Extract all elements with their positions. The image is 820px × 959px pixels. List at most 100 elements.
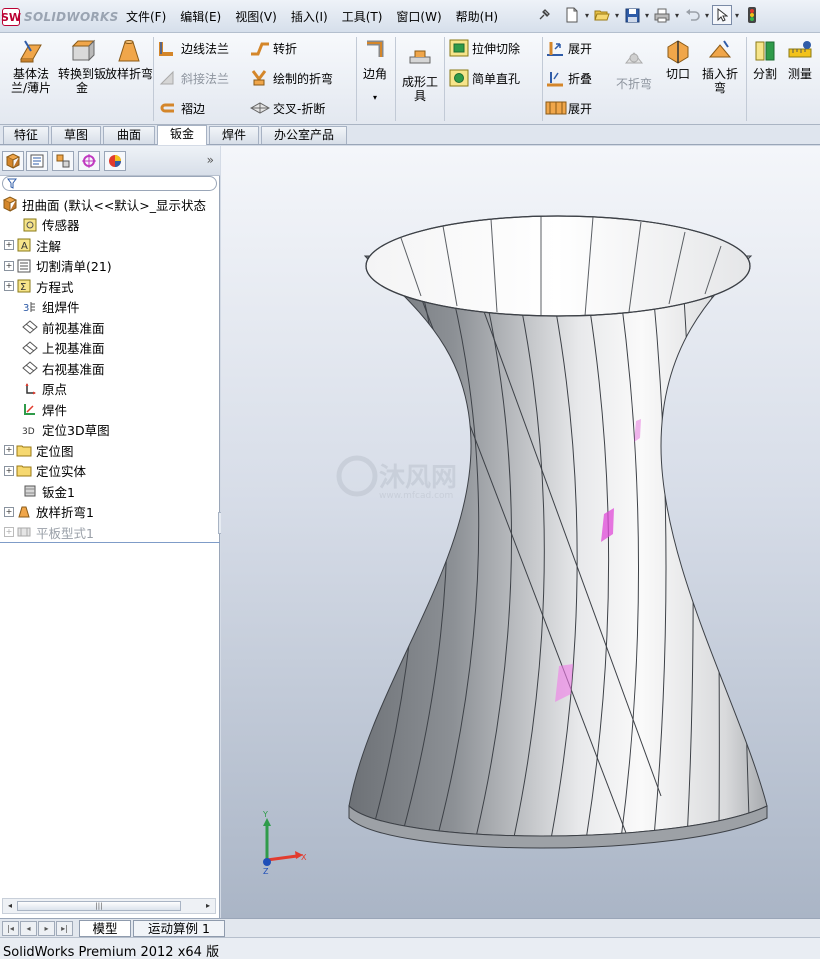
lofted-bend-button[interactable]: 放样折弯 xyxy=(104,37,154,81)
next-tab-arrow-icon[interactable]: ▸ xyxy=(38,921,55,936)
edge-flange-button[interactable]: 边线法兰 xyxy=(158,37,229,59)
tree-item-locate-drawing[interactable]: + 定位图 xyxy=(0,440,220,461)
unfold-button[interactable]: 展开 xyxy=(545,37,592,59)
scroll-right-arrow-icon[interactable]: ▸ xyxy=(202,900,214,912)
tab-model[interactable]: 模型 xyxy=(79,920,131,937)
print-dropdown-chevron-icon[interactable]: ▾ xyxy=(672,11,682,20)
insert-bends-button[interactable]: 插入折弯 xyxy=(697,37,743,95)
expand-plus-icon[interactable]: + xyxy=(4,527,14,538)
tree-item-sensors[interactable]: 传感器 xyxy=(0,215,220,236)
graphics-area[interactable]: 沐风网 www.mfcad.com Y X Z xyxy=(221,146,820,918)
tree-item-equations[interactable]: + Σ 方程式 xyxy=(0,276,220,297)
fold-button[interactable]: 折叠 xyxy=(545,67,592,89)
new-dropdown-chevron-icon[interactable]: ▾ xyxy=(582,11,592,20)
menu-tools[interactable]: 工具(T) xyxy=(342,8,383,25)
tab-surfaces[interactable]: 曲面 xyxy=(103,126,155,144)
base-flange-button[interactable]: 基体法兰/薄片 xyxy=(6,37,56,95)
miter-flange-button[interactable]: 斜接法兰 xyxy=(158,67,229,89)
featuremanager-tab-icon[interactable] xyxy=(2,151,24,171)
expand-plus-icon[interactable]: + xyxy=(4,465,14,476)
tree-item-origin[interactable]: 原点 xyxy=(0,379,220,400)
measure-button[interactable]: 测量 xyxy=(782,37,818,81)
triad-z-label: Z xyxy=(263,867,269,876)
last-tab-arrow-icon[interactable]: ▸| xyxy=(56,921,73,936)
expand-plus-icon[interactable]: + xyxy=(4,445,14,456)
cross-break-button[interactable]: 交叉-折断 xyxy=(249,97,325,119)
tree-root[interactable]: 扭曲面 (默认<<默认>_显示状态 xyxy=(0,194,220,215)
corner-icon xyxy=(361,37,389,65)
menu-help[interactable]: 帮助(H) xyxy=(456,8,498,25)
menu-file[interactable]: 文件(F) xyxy=(126,8,166,25)
tree-item-front-plane[interactable]: 前视基准面 xyxy=(0,317,220,338)
expand-plus-icon[interactable]: + xyxy=(4,260,14,271)
tab-weldments[interactable]: 焊件 xyxy=(209,126,259,144)
split-button[interactable]: 分割 xyxy=(748,37,782,81)
simple-hole-button[interactable]: 简单直孔 xyxy=(449,67,520,89)
select-cursor-icon[interactable] xyxy=(712,5,732,25)
expand-plus-icon[interactable]: + xyxy=(4,240,14,251)
forming-tool-button[interactable]: 成形工具 xyxy=(397,37,443,103)
propertymanager-tab-icon[interactable] xyxy=(26,151,48,171)
expand-panel-chevron-icon[interactable]: » xyxy=(207,153,214,167)
no-bends-button[interactable]: 不折弯 xyxy=(609,37,659,91)
scroll-thumb[interactable]: ||| xyxy=(17,901,181,911)
corners-button[interactable]: 边角 ▾ xyxy=(350,37,400,105)
save-dropdown-chevron-icon[interactable]: ▾ xyxy=(642,11,652,20)
dimxpert-tab-icon[interactable] xyxy=(78,151,100,171)
pin-menu-icon[interactable] xyxy=(534,5,554,25)
rebuild-traffic-light-icon[interactable] xyxy=(742,5,762,25)
undo-dropdown-chevron-icon[interactable]: ▾ xyxy=(702,11,712,20)
sketched-bend-button[interactable]: 绘制的折弯 xyxy=(250,67,333,89)
twisted-surface-model[interactable]: 沐风网 www.mfcad.com Y X Z xyxy=(221,146,820,918)
tab-sheet-metal[interactable]: 钣金 xyxy=(157,125,207,145)
jog-button[interactable]: 转折 xyxy=(250,37,297,59)
extruded-cut-button[interactable]: 拉伸切除 xyxy=(449,37,520,59)
tree-item-annotations[interactable]: + A 注解 xyxy=(0,235,220,256)
convert-to-sheetmetal-button[interactable]: 转换到钣金 xyxy=(57,37,107,95)
tree-item-cut-list[interactable]: + 切割清单(21) xyxy=(0,256,220,277)
tree-item-locate-solid[interactable]: + 定位实体 xyxy=(0,461,220,482)
configurationmanager-tab-icon[interactable] xyxy=(52,151,74,171)
corners-dropdown-chevron-icon[interactable]: ▾ xyxy=(350,91,400,105)
tab-office-products[interactable]: 办公室产品 xyxy=(261,126,347,144)
first-tab-arrow-icon[interactable]: |◂ xyxy=(2,921,19,936)
tree-item-top-plane[interactable]: 上视基准面 xyxy=(0,338,220,359)
menu-edit[interactable]: 编辑(E) xyxy=(180,8,221,25)
coordinate-triad[interactable]: Y X Z xyxy=(262,810,307,876)
save-icon[interactable] xyxy=(622,5,642,25)
menu-view[interactable]: 视图(V) xyxy=(235,8,277,25)
tree-item-lofted-bend-1[interactable]: + 放样折弯1 xyxy=(0,502,220,523)
tree-item-sheet-metal-1[interactable]: 钣金1 xyxy=(0,481,220,502)
feature-filter-input[interactable] xyxy=(2,176,217,191)
prev-tab-arrow-icon[interactable]: ◂ xyxy=(20,921,37,936)
menu-insert[interactable]: 插入(I) xyxy=(291,8,328,25)
tree-horizontal-scrollbar[interactable]: ◂ ||| ▸ xyxy=(2,898,216,914)
scroll-left-arrow-icon[interactable]: ◂ xyxy=(4,900,16,912)
open-dropdown-chevron-icon[interactable]: ▾ xyxy=(612,11,622,20)
print-icon[interactable] xyxy=(652,5,672,25)
triad-y-label: Y xyxy=(262,810,268,819)
menu-window[interactable]: 窗口(W) xyxy=(396,8,441,25)
tree-item-label: 定位实体 xyxy=(36,464,87,480)
tab-features[interactable]: 特征 xyxy=(3,126,49,144)
display-manager-tab-icon[interactable] xyxy=(104,151,126,171)
expand-plus-icon[interactable]: + xyxy=(4,506,14,517)
tree-item-3d-sketch[interactable]: 3D 定位3D草图 xyxy=(0,420,220,441)
split-label: 分割 xyxy=(752,67,777,81)
tree-item-weldment[interactable]: 焊件 xyxy=(0,399,220,420)
tab-sketch[interactable]: 草图 xyxy=(51,126,101,144)
manager-tabs-toolbar: » xyxy=(0,146,220,176)
tree-item-flat-pattern-1[interactable]: + 平板型式1 xyxy=(0,522,220,543)
expand-plus-icon[interactable]: + xyxy=(4,281,14,292)
tab-motion-study-1[interactable]: 运动算例 1 xyxy=(133,920,225,937)
undo-icon[interactable] xyxy=(682,5,702,25)
rip-button[interactable]: 切口 xyxy=(659,37,697,81)
tree-item-right-plane[interactable]: 右视基准面 xyxy=(0,358,220,379)
flatten-button[interactable]: 展开 xyxy=(545,97,592,119)
hem-button[interactable]: 褶边 xyxy=(158,97,205,119)
select-dropdown-chevron-icon[interactable]: ▾ xyxy=(732,11,742,20)
solidworks-logo[interactable]: SW SOLIDWORKS xyxy=(1,6,120,28)
open-folder-icon[interactable] xyxy=(592,5,612,25)
new-document-icon[interactable] xyxy=(562,5,582,25)
tree-item-weldment-group[interactable]: 3 组焊件 xyxy=(0,297,220,318)
